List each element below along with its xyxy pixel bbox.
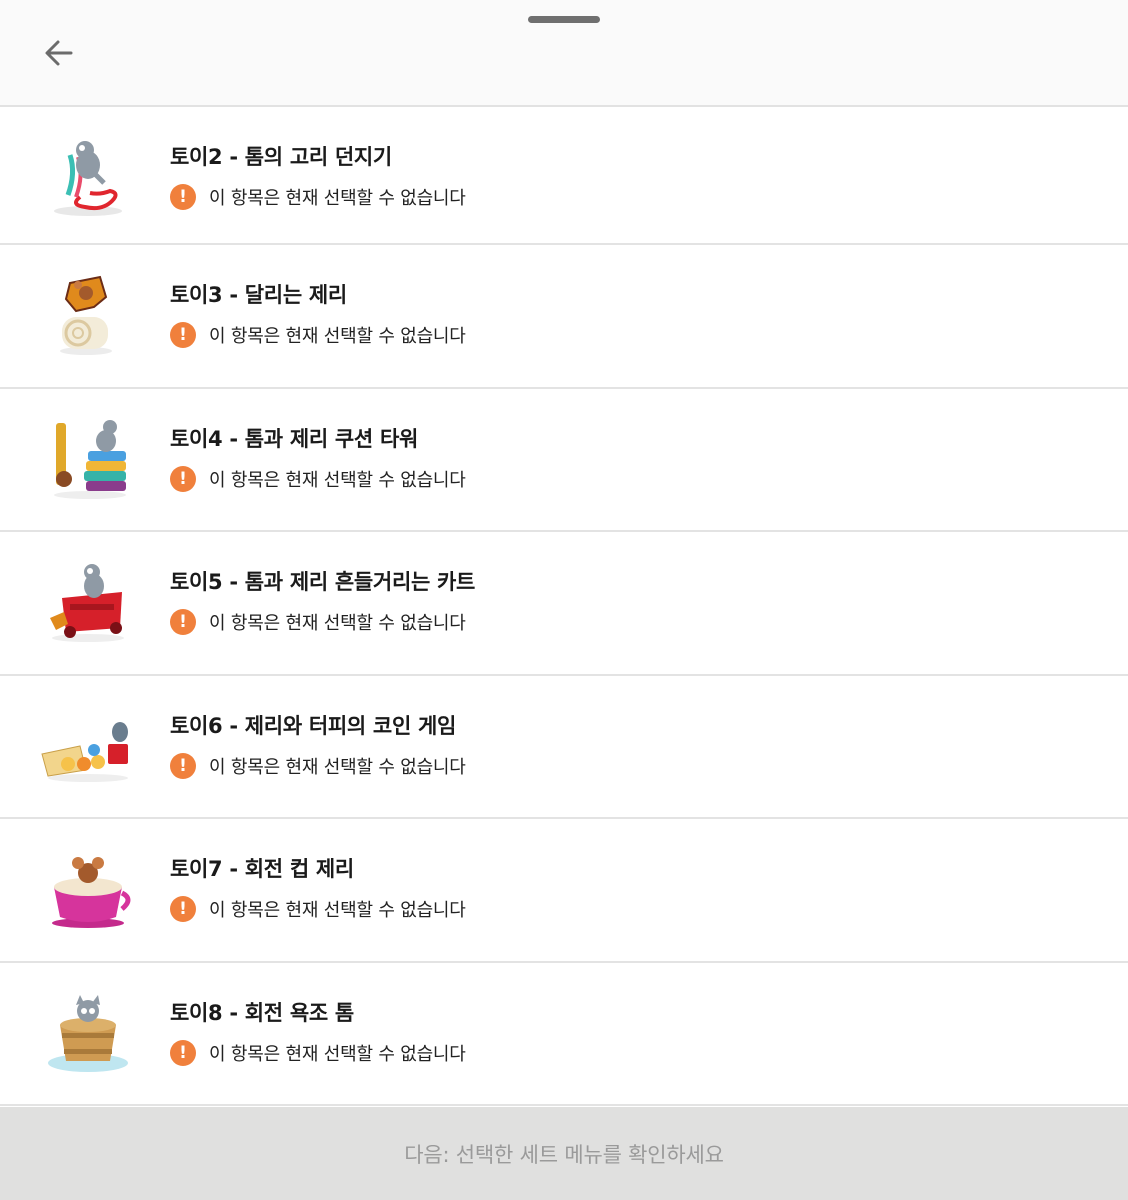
exclamation-circle-icon: ! [170,609,196,635]
unavailable-notice: ! 이 항목은 현재 선택할 수 없습니다 [170,752,466,780]
list-item[interactable]: 토이8 - 회전 욕조 톰 ! 이 항목은 현재 선택할 수 없습니다 [0,962,1128,1106]
exclamation-circle-icon: ! [170,184,196,210]
next-button[interactable]: 다음: 선택한 세트 메뉴를 확인하세요 [0,1107,1128,1200]
toy-list: 토이2 - 톰의 고리 던지기 ! 이 항목은 현재 선택할 수 없습니다 토이… [0,107,1128,1106]
list-item[interactable]: 토이4 - 톰과 제리 쿠션 타워 ! 이 항목은 현재 선택할 수 없습니다 [0,388,1128,532]
notice-text: 이 항목은 현재 선택할 수 없습니다 [209,188,466,209]
exclamation-circle-icon: ! [170,322,196,348]
notice-text: 이 항목은 현재 선택할 수 없습니다 [209,900,466,921]
list-item[interactable]: 토이7 - 회전 컵 제리 ! 이 항목은 현재 선택할 수 없습니다 [0,819,1128,963]
unavailable-notice: ! 이 항목은 현재 선택할 수 없습니다 [170,183,466,211]
item-title: 토이4 - 톰과 제리 쿠션 타워 [170,426,418,451]
unavailable-notice: ! 이 항목은 현재 선택할 수 없습니다 [170,1039,466,1067]
item-title: 토이8 - 회전 욕조 톰 [170,1000,354,1025]
exclamation-circle-icon: ! [170,465,196,492]
list-item[interactable]: 토이5 - 톰과 제리 흔들거리는 카트 ! 이 항목은 현재 선택할 수 없습… [0,532,1128,676]
notice-text: 이 항목은 현재 선택할 수 없습니다 [209,1043,466,1065]
exclamation-circle-icon: ! [170,752,196,779]
toy-thumbnail-image [52,857,131,928]
unavailable-notice: ! 이 항목은 현재 선택할 수 없습니다 [170,321,466,349]
unavailable-notice: ! 이 항목은 현재 선택할 수 없습니다 [170,465,466,493]
toy-thumbnail-image [48,994,128,1072]
arrow-left-icon [45,40,73,66]
notice-text: 이 항목은 현재 선택할 수 없습니다 [209,756,466,778]
unavailable-notice: ! 이 항목은 현재 선택할 수 없습니다 [170,608,466,636]
notice-text: 이 항목은 현재 선택할 수 없습니다 [209,469,466,491]
toy-thumbnail-image [54,141,122,216]
item-title: 토이2 - 톰의 고리 던지기 [170,145,392,169]
notice-text: 이 항목은 현재 선택할 수 없습니다 [209,613,466,634]
toy-thumbnail-image [50,564,124,642]
unavailable-notice: ! 이 항목은 현재 선택할 수 없습니다 [170,895,466,923]
toy-thumbnail-image [54,419,126,499]
drag-handle[interactable] [528,16,600,23]
item-title: 토이5 - 톰과 제리 흔들거리는 카트 [170,570,476,594]
exclamation-circle-icon: ! [170,1039,196,1066]
list-item[interactable]: 토이2 - 톰의 고리 던지기 ! 이 항목은 현재 선택할 수 없습니다 [0,107,1128,245]
notice-text: 이 항목은 현재 선택할 수 없습니다 [209,326,466,347]
toy-thumbnail-image [41,721,128,782]
back-button[interactable] [34,33,84,73]
next-button-label: 다음: 선택한 세트 메뉴를 확인하세요 [404,1142,724,1167]
item-title: 토이6 - 제리와 터피의 코인 게임 [170,713,457,738]
exclamation-circle-icon: ! [170,896,196,922]
list-item[interactable]: 토이3 - 달리는 제리 ! 이 항목은 현재 선택할 수 없습니다 [0,245,1128,389]
item-title: 토이7 - 회전 컵 제리 [170,857,354,881]
sheet-header [0,0,1128,107]
toy-thumbnail-image [60,275,112,355]
list-item[interactable]: 토이6 - 제리와 터피의 코인 게임 ! 이 항목은 현재 선택할 수 없습니… [0,675,1128,819]
item-title: 토이3 - 달리는 제리 [170,283,347,307]
